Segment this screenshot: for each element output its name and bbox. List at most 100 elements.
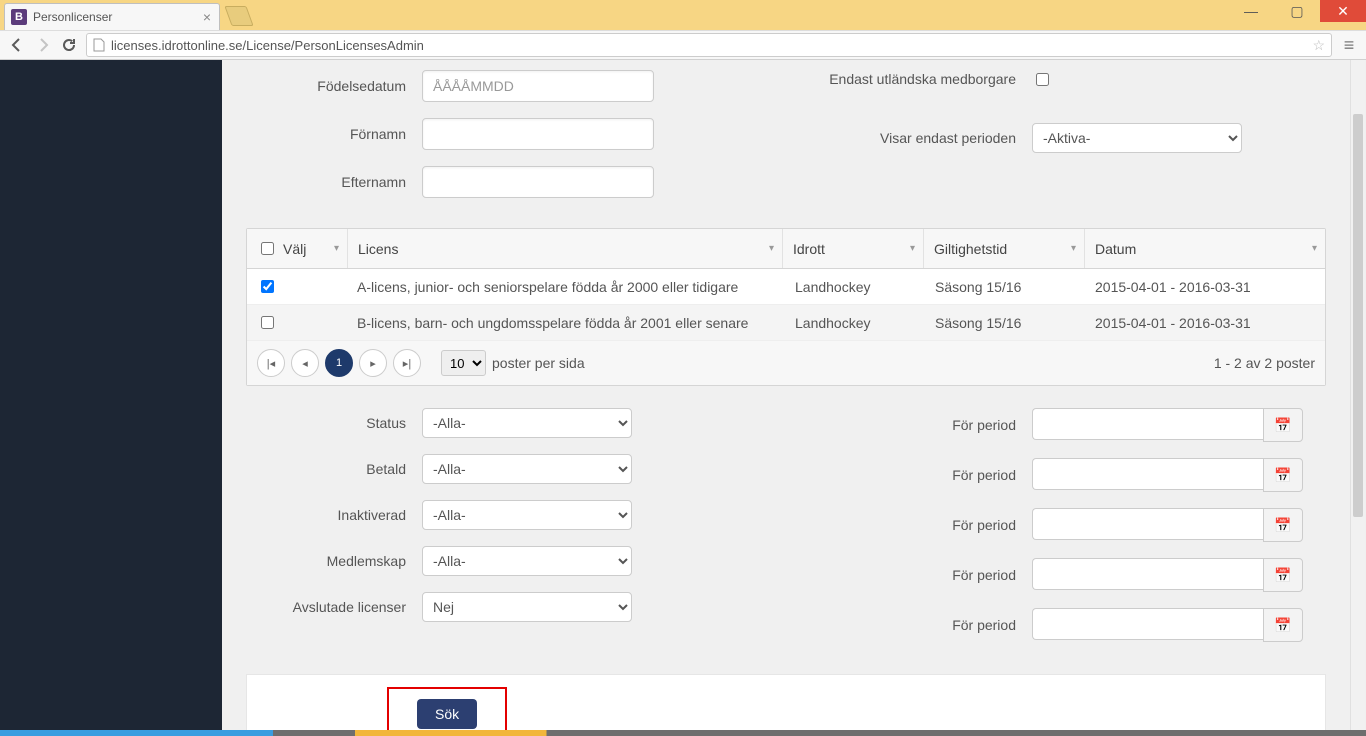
pager-prev-button[interactable]: ◂ [291, 349, 319, 377]
for-period-label-4: För period [806, 567, 1032, 583]
calendar-button-2[interactable]: 📅 [1263, 458, 1303, 492]
select-all-checkbox[interactable] [261, 242, 274, 255]
lastname-input[interactable] [422, 166, 654, 198]
back-button[interactable] [8, 36, 26, 54]
calendar-button-1[interactable]: 📅 [1263, 408, 1303, 442]
pager-next-button[interactable]: ▸ [359, 349, 387, 377]
cell-date: 2015-04-01 - 2016-03-31 [1085, 305, 1325, 340]
period-input-3[interactable] [1032, 508, 1263, 540]
membership-select[interactable]: -Alla- [422, 546, 632, 576]
calendar-button-4[interactable]: 📅 [1263, 558, 1303, 592]
firstname-label: Förnamn [246, 126, 422, 142]
close-icon[interactable]: × [203, 9, 211, 25]
birthdate-input[interactable] [422, 70, 654, 102]
bookmark-star-icon[interactable]: ☆ [1312, 37, 1325, 54]
period-input-4[interactable] [1032, 558, 1263, 590]
scrollbar-thumb[interactable] [1353, 114, 1363, 517]
search-highlight-box: Sök [387, 687, 507, 732]
period-input-2[interactable] [1032, 458, 1263, 490]
status-select[interactable]: -Alla- [422, 408, 632, 438]
address-bar[interactable]: licenses.idrottonline.se/License/PersonL… [86, 33, 1332, 57]
inactivated-select[interactable]: -Alla- [422, 500, 632, 530]
grid-pager: |◂ ◂ 1 ▸ ▸| 10 poster per sida 1 - 2 av … [247, 341, 1325, 385]
col-date-header[interactable]: Datum [1095, 241, 1136, 257]
cell-sport: Landhockey [785, 269, 925, 304]
firstname-input[interactable] [422, 118, 654, 150]
for-period-label-3: För period [806, 517, 1032, 533]
calendar-icon: 📅 [1274, 467, 1291, 484]
grid-header: Välj ▾ Licens ▾ Idrott ▾ Giltighetstid ▾ [247, 229, 1325, 269]
col-select-header: Välj [283, 241, 306, 257]
browser-tab[interactable]: B Personlicenser × [4, 3, 220, 30]
browser-tab-strip: B Personlicenser × — ▢ ✕ [0, 0, 1366, 30]
browser-toolbar: licenses.idrottonline.se/License/PersonL… [0, 30, 1366, 60]
hamburger-menu-button[interactable]: ≡ [1340, 35, 1358, 56]
sidebar [0, 60, 222, 732]
reload-button[interactable] [60, 36, 78, 54]
cell-license: B-licens, barn- och ungdomsspelare födda… [347, 305, 785, 340]
ended-licenses-select[interactable]: Nej [422, 592, 632, 622]
file-icon [93, 38, 105, 52]
period-input-1[interactable] [1032, 408, 1263, 440]
chevron-down-icon[interactable]: ▾ [1071, 243, 1076, 254]
paid-label: Betald [246, 461, 422, 477]
chevron-down-icon[interactable]: ▾ [910, 243, 915, 254]
calendar-icon: 📅 [1274, 617, 1291, 634]
period-input-5[interactable] [1032, 608, 1263, 640]
minimize-button[interactable]: — [1228, 0, 1274, 22]
calendar-icon: 📅 [1274, 517, 1291, 534]
calendar-button-5[interactable]: 📅 [1263, 608, 1303, 642]
page-size-select[interactable]: 10 [441, 350, 486, 376]
favicon-icon: B [11, 9, 27, 25]
for-period-label-2: För period [806, 467, 1032, 483]
col-sport-header[interactable]: Idrott [793, 241, 825, 257]
cell-validity: Säsong 15/16 [925, 305, 1085, 340]
chevron-down-icon[interactable]: ▾ [769, 243, 774, 254]
calendar-button-3[interactable]: 📅 [1263, 508, 1303, 542]
search-form-top: Födelsedatum Förnamn Efternamn Endast ut… [246, 70, 1326, 214]
show-only-period-label: Visar endast perioden [806, 130, 1032, 146]
close-window-button[interactable]: ✕ [1320, 0, 1366, 22]
table-row[interactable]: A-licens, junior- och seniorspelare född… [247, 269, 1325, 305]
search-panel: Sök [246, 674, 1326, 732]
for-period-label-5: För period [806, 617, 1032, 633]
main-content: Födelsedatum Förnamn Efternamn Endast ut… [222, 60, 1366, 732]
maximize-button[interactable]: ▢ [1274, 0, 1320, 22]
tab-title: Personlicenser [33, 10, 112, 24]
cell-sport: Landhockey [785, 305, 925, 340]
row-checkbox[interactable] [261, 280, 274, 293]
pager-first-button[interactable]: |◂ [257, 349, 285, 377]
calendar-icon: 📅 [1274, 417, 1291, 434]
col-license-header[interactable]: Licens [358, 241, 398, 257]
foreign-citizens-label: Endast utländska medborgare [806, 70, 1032, 88]
chevron-down-icon[interactable]: ▾ [334, 243, 339, 254]
status-label: Status [246, 415, 422, 431]
col-validity-header[interactable]: Giltighetstid [934, 241, 1007, 257]
new-tab-button[interactable] [224, 6, 253, 26]
row-checkbox[interactable] [261, 316, 274, 329]
birthdate-label: Födelsedatum [246, 78, 422, 94]
url-text: licenses.idrottonline.se/License/PersonL… [111, 38, 424, 53]
chevron-down-icon[interactable]: ▾ [1312, 243, 1317, 254]
cell-license: A-licens, junior- och seniorspelare född… [347, 269, 785, 304]
search-button[interactable]: Sök [417, 699, 477, 729]
period-select[interactable]: -Aktiva- [1032, 123, 1242, 153]
ended-licenses-label: Avslutade licenser [246, 599, 422, 615]
lower-filters: Status -Alla- Betald -Alla- Inaktiverad … [246, 408, 1326, 658]
pager-range: 1 - 2 av 2 poster [1214, 355, 1315, 371]
page-viewport: Födelsedatum Förnamn Efternamn Endast ut… [0, 60, 1366, 732]
foreign-citizens-checkbox[interactable] [1036, 73, 1049, 86]
cell-validity: Säsong 15/16 [925, 269, 1085, 304]
forward-button[interactable] [34, 36, 52, 54]
per-page-label: poster per sida [492, 355, 585, 371]
table-row[interactable]: B-licens, barn- och ungdomsspelare födda… [247, 305, 1325, 341]
vertical-scrollbar[interactable] [1350, 60, 1365, 732]
for-period-label-1: För period [806, 417, 1032, 433]
paid-select[interactable]: -Alla- [422, 454, 632, 484]
calendar-icon: 📅 [1274, 567, 1291, 584]
inactivated-label: Inaktiverad [246, 507, 422, 523]
license-grid: Välj ▾ Licens ▾ Idrott ▾ Giltighetstid ▾ [246, 228, 1326, 386]
pager-page-1[interactable]: 1 [325, 349, 353, 377]
membership-label: Medlemskap [246, 553, 422, 569]
pager-last-button[interactable]: ▸| [393, 349, 421, 377]
